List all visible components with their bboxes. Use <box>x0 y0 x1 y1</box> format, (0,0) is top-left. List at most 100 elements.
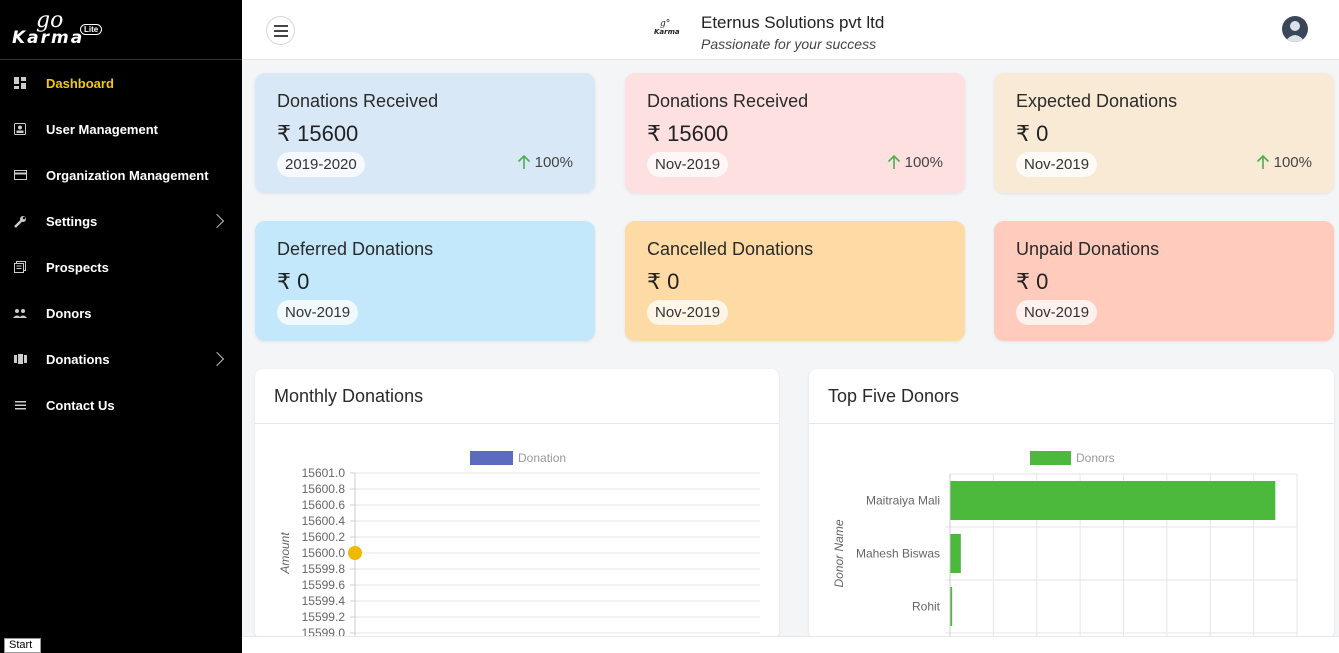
hamburger-icon-bar <box>273 34 288 37</box>
y-tick-label: Mahesh Biswas <box>856 547 940 561</box>
hamburger-icon <box>273 24 288 27</box>
y-tick-label: 15599.2 <box>302 610 346 624</box>
summary-card-cancelled-donations[interactable]: Cancelled Donations ₹ 0 Nov-2019 <box>625 221 965 341</box>
sidebar-item-user-management[interactable]: User Management <box>0 106 242 152</box>
top-five-donors-panel: Top Five Donors Donors Maitraiya Mali Mahe… <box>809 369 1334 639</box>
card-period-badge: 2019-2020 <box>277 152 365 177</box>
y-tick-label: Maitraiya Mali <box>866 494 940 508</box>
card-period-badge: Nov-2019 <box>1016 300 1098 325</box>
card-period-badge: Nov-2019 <box>1016 152 1098 177</box>
page-bottom-strip <box>242 636 1339 653</box>
arrow-up-icon <box>1256 155 1269 169</box>
sidebar-item-label: Organization Management <box>46 167 209 183</box>
sidebar-item-label: Contact Us <box>46 397 115 413</box>
card-percentage: 100% <box>904 154 943 171</box>
card-amount: ₹ 15600 <box>647 121 729 146</box>
summary-card-deferred-donations[interactable]: Deferred Donations ₹ 0 Nov-2019 <box>255 221 595 341</box>
company-logo-icon: g° Karma <box>654 19 680 36</box>
top-bar: g° Karma Eternus Solutions pvt ltd Passi… <box>242 0 1339 60</box>
monthly-donations-panel: Monthly Donations Donation 15601.0 15600.8… <box>255 369 779 639</box>
card-percentage: 100% <box>534 154 573 171</box>
card-title: Unpaid Donations <box>1016 239 1160 259</box>
user-card-icon <box>13 122 27 136</box>
sidebar-item-label: Donors <box>46 305 92 321</box>
data-point <box>348 546 362 560</box>
bar <box>950 534 961 573</box>
sidebar-item-dashboard[interactable]: Dashboard <box>0 60 242 106</box>
card-percentage: 100% <box>1273 154 1312 171</box>
card-title: Donations Received <box>647 91 809 111</box>
summary-card-donations-received-month[interactable]: Donations Received ₹ 15600 Nov-2019 100% <box>625 73 965 193</box>
summary-card-unpaid-donations[interactable]: Unpaid Donations ₹ 0 Nov-2019 <box>994 221 1334 341</box>
monthly-donations-chart: Donation 15601.0 15600.8 15600.6 15600.4 1560… <box>278 451 760 639</box>
summary-card-expected-donations[interactable]: Expected Donations ₹ 0 Nov-2019 100% <box>994 73 1334 193</box>
card-amount: ₹ 0 <box>1016 121 1049 146</box>
sidebar-menu: Dashboard User Management Organization M… <box>0 60 242 428</box>
card-amount: ₹ 0 <box>277 269 310 294</box>
legend-swatch-donation <box>470 451 513 465</box>
y-tick-label: 15599.8 <box>302 562 346 576</box>
y-axis-label: Amount <box>278 532 292 575</box>
start-button[interactable]: Start <box>4 638 41 653</box>
sidebar-item-label: Prospects <box>46 259 109 275</box>
legend-label-donation: Donation <box>518 451 566 465</box>
list-icon <box>13 398 27 412</box>
card-period-badge: Nov-2019 <box>647 300 729 325</box>
sidebar-item-settings[interactable]: Settings <box>0 198 242 244</box>
sidebar-item-contact-us[interactable]: Contact Us <box>0 382 242 428</box>
y-tick-label: 15600.0 <box>302 546 346 560</box>
gokarma-logo[interactable]: go Karma Lite <box>10 8 110 52</box>
y-tick-label: 15600.8 <box>302 482 346 496</box>
sidebar-item-label: Donations <box>46 351 110 367</box>
logo-lite-badge: Lite <box>80 24 103 35</box>
sidebar-item-organization-management[interactable]: Organization Management <box>0 152 242 198</box>
legend-swatch-donors <box>1030 451 1071 465</box>
user-avatar[interactable] <box>1282 16 1308 42</box>
logo-karma-text: Karma <box>12 28 85 48</box>
card-title: Cancelled Donations <box>647 239 814 259</box>
card-title: Donations Received <box>277 91 439 111</box>
bar <box>950 481 1276 520</box>
card-trend: 100% <box>517 154 573 171</box>
y-tick-label: 15600.6 <box>302 498 346 512</box>
card-title: Expected Donations <box>1016 91 1178 111</box>
y-tick-label: 15600.4 <box>302 514 346 528</box>
sidebar-item-prospects[interactable]: Prospects <box>0 244 242 290</box>
company-name: Eternus Solutions pvt ltd <box>701 13 885 32</box>
svg-text:Karma: Karma <box>654 28 680 36</box>
card-amount: ₹ 0 <box>647 269 680 294</box>
y-tick-label: 15601.0 <box>302 466 346 480</box>
card-trend: 100% <box>887 154 943 171</box>
arrow-up-icon <box>887 155 900 169</box>
menu-toggle-button[interactable] <box>266 16 295 45</box>
card-period-badge: Nov-2019 <box>277 300 359 325</box>
arrow-up-icon <box>517 155 530 169</box>
company-tagline: Passionate for your success <box>701 36 877 52</box>
sidebar: go Karma Lite Dashboard User Management … <box>0 0 242 653</box>
card-title: Deferred Donations <box>277 239 434 259</box>
card-amount: ₹ 15600 <box>277 121 359 146</box>
chevron-right-icon[interactable] <box>209 213 225 229</box>
dashboard-icon <box>13 76 27 90</box>
y-tick-label: 15600.2 <box>302 530 346 544</box>
sidebar-item-donations[interactable]: Donations <box>0 336 242 382</box>
organization-icon <box>13 168 27 182</box>
hamburger-icon-bar <box>273 29 288 32</box>
y-tick-label: Rohit <box>912 600 941 614</box>
wrench-icon <box>13 214 27 228</box>
top-donors-chart: Donors Maitraiya Mali Mahesh Biswas Rohit Do… <box>832 451 1298 639</box>
panel-title: Monthly Donations <box>274 386 424 406</box>
card-trend: 100% <box>1256 154 1312 171</box>
card-amount: ₹ 0 <box>1016 269 1049 294</box>
sidebar-item-label: User Management <box>46 121 158 137</box>
user-avatar-icon <box>1285 21 1305 42</box>
people-icon <box>13 306 27 320</box>
sidebar-item-donors[interactable]: Donors <box>0 290 242 336</box>
y-tick-label: 15599.4 <box>302 594 346 608</box>
prospects-icon <box>13 260 27 274</box>
y-tick-label: 15599.6 <box>302 578 346 592</box>
sidebar-item-label: Dashboard <box>46 75 114 91</box>
sidebar-item-label: Settings <box>46 213 98 229</box>
summary-card-donations-received-year[interactable]: Donations Received ₹ 15600 2019-2020 100… <box>255 73 595 193</box>
chevron-right-icon[interactable] <box>209 351 225 367</box>
